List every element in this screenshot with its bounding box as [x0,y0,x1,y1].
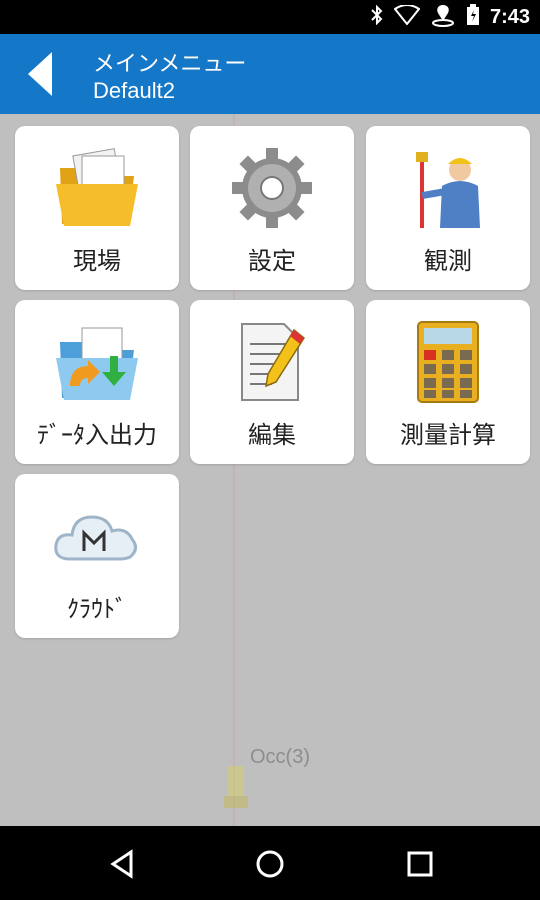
menu-tile-observation[interactable]: 観測 [366,126,530,290]
gear-icon [222,144,322,232]
nav-recents-button[interactable] [402,846,438,882]
menu-tile-label: 観測 [424,247,472,275]
survey-point-icon [218,760,254,812]
menu-tile-label: 編集 [248,421,296,449]
nav-home-button[interactable] [252,846,288,882]
battery-icon [466,4,480,30]
status-bar: 7:43 [0,0,540,34]
menu-tile-settings[interactable]: 設定 [190,126,354,290]
menu-tile-label: 測量計算 [400,421,496,449]
nav-back-button[interactable] [105,846,141,882]
data-transfer-icon [47,318,147,406]
cloud-icon [47,492,147,580]
main-menu-area: Occ(3) 現場 設定 観測 ﾃﾞｰﾀ入出力 編集 測量計算 ｸﾗｳﾄﾞ [0,114,540,826]
bluetooth-icon [370,4,384,29]
navigation-bar [0,826,540,900]
circle-home-icon [256,850,284,878]
menu-tile-data-io[interactable]: ﾃﾞｰﾀ入出力 [15,300,179,464]
edit-icon [222,318,322,406]
menu-tile-edit[interactable]: 編集 [190,300,354,464]
clock: 7:43 [489,5,530,28]
menu-tile-label: ｸﾗｳﾄﾞ [67,595,127,623]
menu-tile-label: ﾃﾞｰﾀ入出力 [37,421,157,449]
calculator-icon [398,318,498,406]
triangle-back-icon [110,849,133,879]
back-arrow-icon [28,52,52,96]
menu-tile-calculation[interactable]: 測量計算 [366,300,530,464]
page-subtitle: Default2 [93,78,175,103]
page-title: メインメニュー [93,52,247,77]
title-bar: メインメニュー Default2 [0,34,540,114]
location-icon [430,3,456,31]
folder-icon [47,144,147,232]
wifi-icon [393,4,421,29]
square-recents-icon [407,851,433,877]
menu-tile-cloud[interactable]: ｸﾗｳﾄﾞ [15,474,179,638]
menu-tile-label: 現場 [73,247,121,275]
occupied-point-label: Occ(3) [250,746,310,768]
back-button[interactable] [22,48,62,100]
menu-tile-label: 設定 [248,247,296,275]
surveyor-icon [398,144,498,232]
menu-tile-site[interactable]: 現場 [15,126,179,290]
